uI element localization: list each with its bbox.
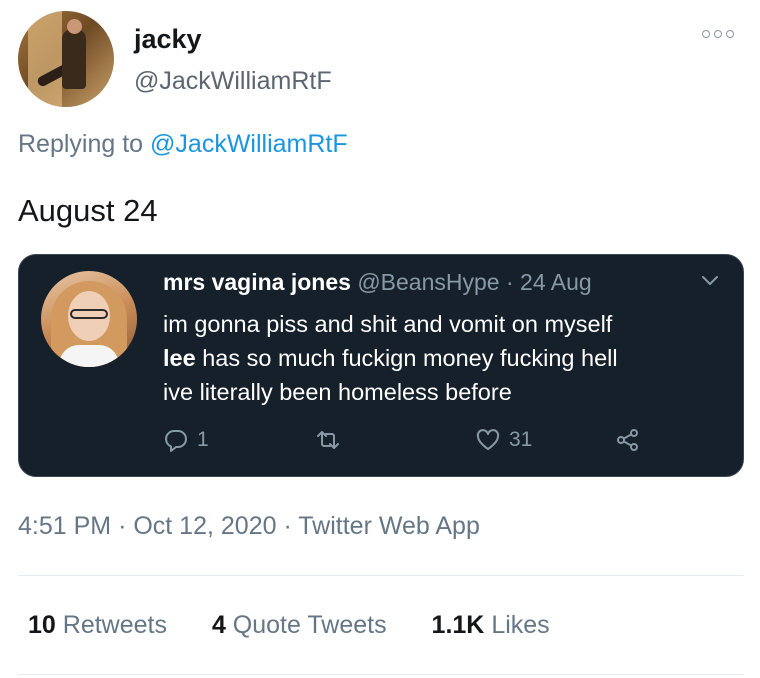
author-handle[interactable]: @JackWilliamRtF <box>134 67 332 96</box>
author-avatar[interactable] <box>18 11 114 107</box>
more-dot <box>714 30 722 38</box>
quote-tweets-stat[interactable]: 4 Quote Tweets <box>212 611 387 639</box>
quote-line: im gonna piss and shit and vomit on myse… <box>163 311 613 337</box>
quote-author-name[interactable]: mrs vagina jones <box>163 269 351 295</box>
more-dot <box>702 30 710 38</box>
share-icon <box>617 429 638 451</box>
replying-mention-link[interactable]: @JackWilliamRtF <box>150 130 348 158</box>
avatar-detail <box>59 345 119 367</box>
replying-prefix: Replying to <box>18 130 144 158</box>
tweet-timestamp: 4:51 PM · Oct 12, 2020 · Twitter Web App <box>18 512 480 541</box>
author-name[interactable]: jacky <box>134 24 202 55</box>
tweet-text: August 24 <box>18 193 158 228</box>
more-icon[interactable] <box>702 25 744 43</box>
quote-bold-word: lee <box>163 345 196 371</box>
avatar-detail <box>62 29 86 89</box>
chevron-down-icon[interactable] <box>701 275 719 287</box>
like-action[interactable]: 31 <box>475 427 532 453</box>
quote-separator: · <box>505 269 514 295</box>
share-action[interactable] <box>615 427 641 453</box>
quote-line: ive literally been homeless before <box>163 379 512 405</box>
quote-avatar[interactable] <box>41 271 137 367</box>
divider <box>18 575 744 576</box>
reply-count: 1 <box>197 428 209 451</box>
avatar-detail <box>67 19 82 34</box>
reply-icon <box>165 430 187 452</box>
quote-date[interactable]: 24 Aug <box>520 269 592 295</box>
quote-line: lee has so much fuckign money fucking he… <box>163 345 618 371</box>
avatar-detail <box>70 309 108 319</box>
quote-actions: 1 31 <box>163 427 643 461</box>
meta-separator: · <box>118 512 127 540</box>
likes-stat[interactable]: 1.1K Likes <box>432 611 550 639</box>
quote-text: im gonna piss and shit and vomit on myse… <box>163 307 618 409</box>
tweet-source[interactable]: Twitter Web App <box>298 512 480 540</box>
retweets-stat[interactable]: 10 Retweets <box>28 611 167 639</box>
tweet-time[interactable]: 4:51 PM <box>18 512 111 540</box>
retweet-action[interactable] <box>315 427 349 453</box>
more-dot <box>726 30 734 38</box>
tweet-stats: 10 Retweets 4 Quote Tweets 1.1K Likes <box>28 611 588 640</box>
quote-header: mrs vagina jones @BeansHype · 24 Aug <box>163 269 592 296</box>
divider <box>18 674 744 675</box>
retweet-icon <box>317 431 339 449</box>
like-icon <box>476 429 500 450</box>
reply-action[interactable]: 1 <box>163 427 209 453</box>
quoted-tweet[interactable]: mrs vagina jones @BeansHype · 24 Aug im … <box>18 254 744 477</box>
replying-to: Replying to @JackWilliamRtF <box>18 130 348 159</box>
quote-author-handle[interactable]: @BeansHype <box>357 269 499 295</box>
meta-separator: · <box>283 512 292 540</box>
like-count: 31 <box>509 428 533 451</box>
tweet-date[interactable]: Oct 12, 2020 <box>133 512 276 540</box>
avatar-background <box>28 11 62 107</box>
